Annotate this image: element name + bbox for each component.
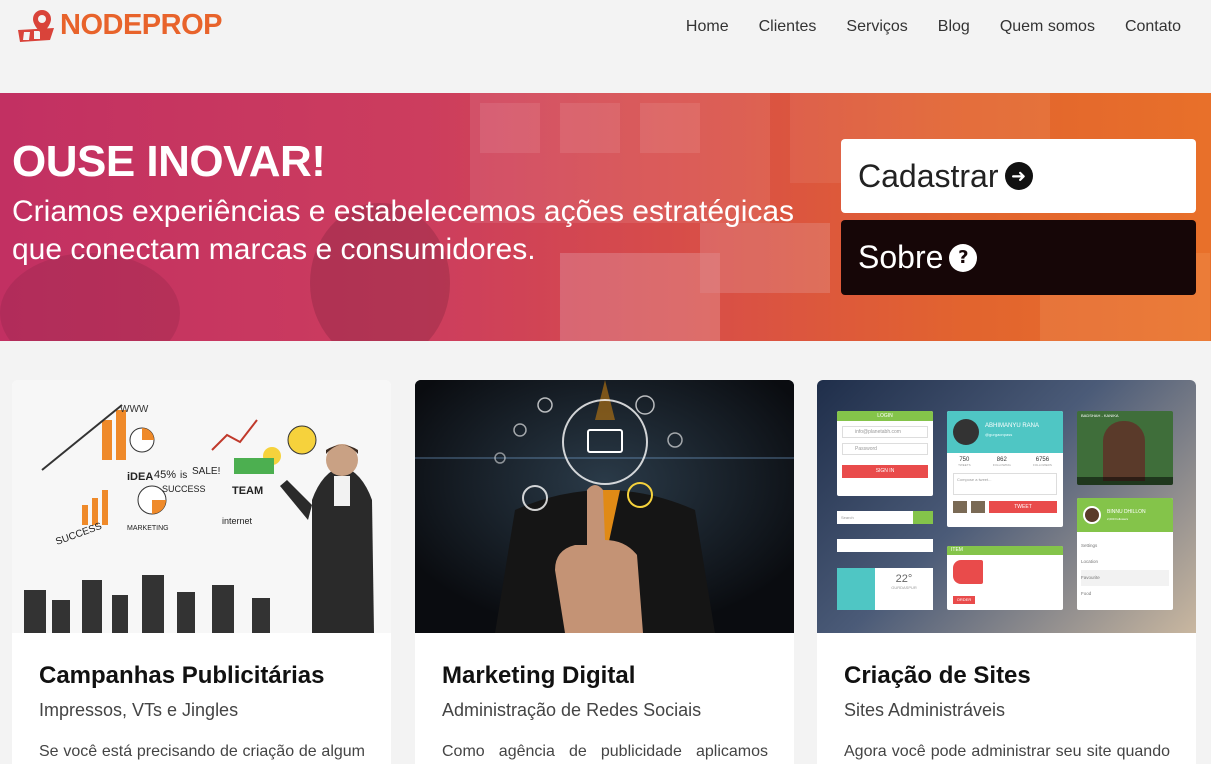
card-image-digital-marketing <box>415 380 794 633</box>
ui-profile-name: ABHIMANYU RANA <box>985 423 1040 429</box>
about-button-label: Sobre <box>858 239 944 275</box>
service-card-sites[interactable]: LOGIN info@planetabh.com Password SIGN I… <box>817 380 1196 764</box>
nav-clientes[interactable]: Clientes <box>759 18 817 36</box>
nav-blog[interactable]: Blog <box>938 18 970 36</box>
ui-weather-widget: 22° GURDASPUR <box>837 568 933 610</box>
ui-menu-item: Settings <box>1081 543 1098 548</box>
hero-subtitle: Criamos experiências e estabelecemos açõ… <box>12 195 795 266</box>
chart-word-45: 45% <box>154 469 176 481</box>
main-nav: Home Clientes Serviços Blog Quem somos C… <box>686 18 1181 36</box>
card-text: Se você está precisando de criação de al… <box>39 743 365 760</box>
ui-menu-item: Food <box>1081 591 1092 596</box>
site-header: NODEPROP Home Clientes Serviços Blog Que… <box>0 0 1211 93</box>
hero-title: OUSE INOVAR! <box>12 137 326 186</box>
nav-quem-somos[interactable]: Quem somos <box>1000 18 1095 36</box>
question-circle-icon: ? <box>949 243 978 272</box>
ui-sign-in: SIGN IN <box>842 465 928 478</box>
ui-compose-field: Compose a tweet... <box>953 473 1057 495</box>
ui-video-caption: BADSHAH - KANIKA <box>1081 413 1119 418</box>
hero-banner: OUSE INOVAR! Criamos experiências e esta… <box>0 93 1211 341</box>
logo[interactable]: NODEPROP <box>16 6 222 44</box>
ui-weather-city: GURDASPUR <box>891 585 917 590</box>
card-title: Marketing Digital <box>442 662 636 689</box>
card-text: Como agência de publicidade aplicamos <box>442 743 768 760</box>
ui-stat-label: TWEETS <box>958 463 971 467</box>
card-title: Criação de Sites <box>844 662 1031 689</box>
ui-stat-label: FOLLOWERS <box>1033 463 1052 467</box>
ui-profile-handle: @gurgaonpass <box>985 432 1013 437</box>
chart-word-marketing: MARKETING <box>127 525 169 532</box>
arrow-right-circle-icon: ➜ <box>1004 162 1033 190</box>
chart-word-success: SUCCESS <box>54 521 104 548</box>
chart-word-www: WWW <box>120 404 149 415</box>
nav-contato[interactable]: Contato <box>1125 18 1181 36</box>
ui-password-field: Password <box>842 443 928 455</box>
ui-user-menu: BINNU DHILLON 2,000 Followers Settings L… <box>1077 498 1173 610</box>
ui-login-title: LOGIN <box>837 411 933 421</box>
ui-weather-temp: 22° <box>895 573 913 585</box>
brand-name: NODEPROP <box>60 8 222 41</box>
card-image-web-ui-kit: LOGIN info@planetabh.com Password SIGN I… <box>817 380 1196 633</box>
chart-word-sale: SALE! <box>192 466 220 477</box>
card-subtitle: Impressos, VTs e Jingles <box>39 700 239 720</box>
chart-word-internet: internet <box>222 516 253 526</box>
nav-home[interactable]: Home <box>686 18 729 36</box>
logo-mark-icon <box>16 6 58 44</box>
service-card-marketing[interactable]: Marketing Digital Administração de Redes… <box>415 380 794 764</box>
ui-login-panel: LOGIN info@planetabh.com Password SIGN I… <box>837 411 933 496</box>
card-title: Campanhas Publicitárias <box>39 662 325 689</box>
ui-search-bar: Search <box>837 511 933 524</box>
ui-video-panel: BADSHAH - KANIKA <box>1077 411 1173 485</box>
chart-word-team: TEAM <box>232 485 263 497</box>
chart-word-idea: iDEA <box>127 471 153 483</box>
register-button-label: Cadastrar <box>858 157 999 194</box>
card-subtitle: Sites Administráveis <box>844 700 1006 720</box>
service-card-campanhas[interactable]: WWW iDEA 45% is SALE! SUCCESS TEAM inter… <box>12 380 391 764</box>
chart-word-25: SUCCESS <box>162 484 206 494</box>
ui-user2-name: BINNU DHILLON <box>1107 509 1146 515</box>
ui-menu-item: Location <box>1081 559 1099 564</box>
register-button[interactable]: Cadastrar ➜ <box>841 139 1196 213</box>
ui-search-placeholder: Search <box>841 515 854 520</box>
about-button[interactable]: Sobre ? <box>841 220 1196 295</box>
ui-tweet-button: TWEET <box>989 501 1057 513</box>
ui-item-panel: ITEM ORDER <box>947 546 1063 610</box>
card-subtitle: Administração de Redes Sociais <box>442 700 702 720</box>
ui-menu-item: Favourite <box>1081 570 1169 586</box>
ui-social-row <box>837 539 933 552</box>
nav-servicos[interactable]: Serviços <box>846 18 907 36</box>
card-image-advertising: WWW iDEA 45% is SALE! SUCCESS TEAM inter… <box>12 380 391 633</box>
ui-stat-label: FOLLOWING <box>992 463 1011 467</box>
card-text: Agora você pode administrar seu site qua… <box>844 743 1170 764</box>
ui-item-label: ITEM <box>947 546 1063 555</box>
ui-order-button: ORDER <box>953 596 975 604</box>
ui-email-field: info@planetabh.com <box>842 426 928 438</box>
chart-word-is: is <box>180 470 187 481</box>
ui-user2-followers: 2,000 Followers <box>1107 517 1129 521</box>
ui-profile-panel: ABHIMANYU RANA @gurgaonpass 750 TWEETS 86… <box>947 411 1063 527</box>
